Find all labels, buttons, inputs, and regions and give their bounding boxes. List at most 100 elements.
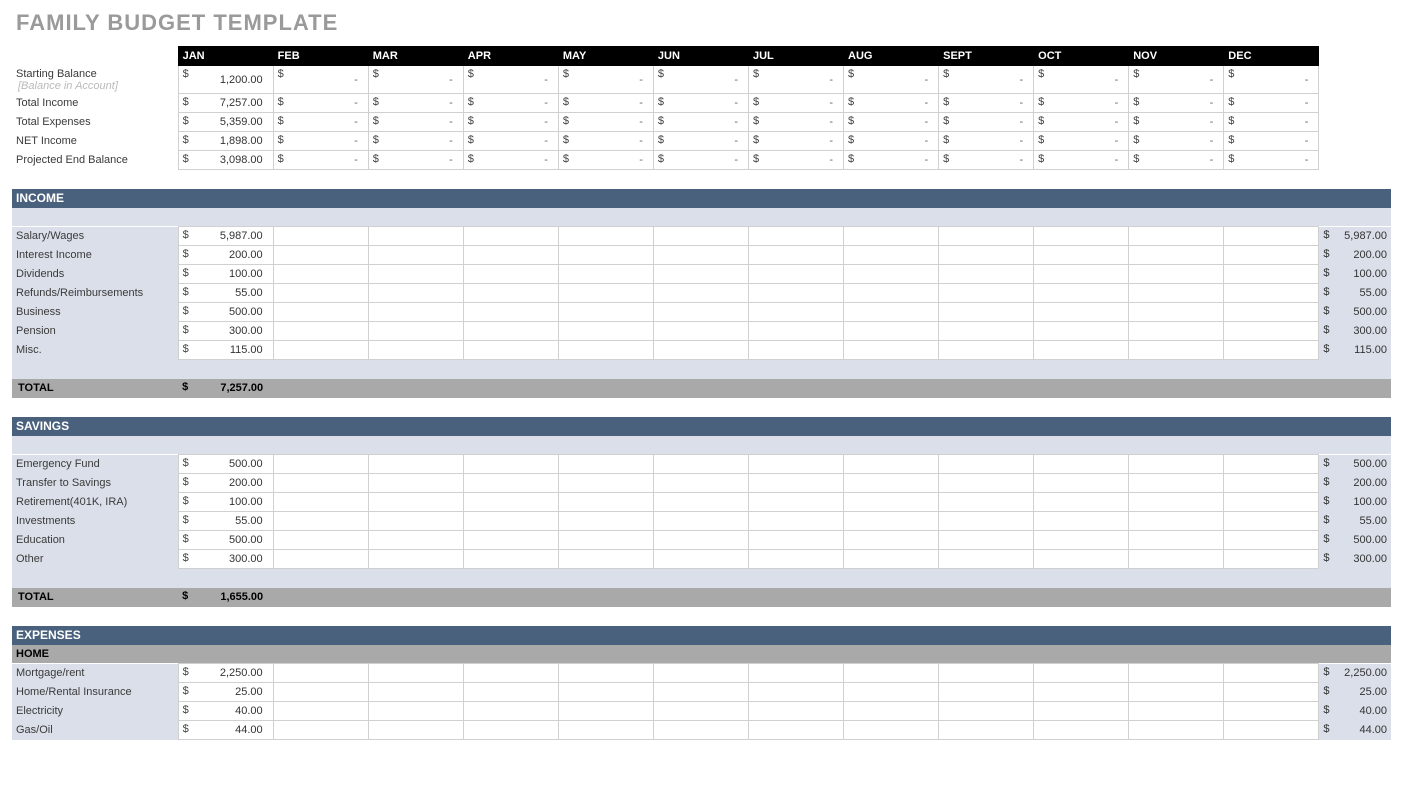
value-cell[interactable] (558, 702, 653, 721)
value-cell[interactable] (1129, 474, 1224, 493)
value-cell[interactable] (939, 265, 1034, 284)
value-cell[interactable] (1224, 227, 1319, 246)
value-cell[interactable] (558, 303, 653, 322)
value-cell[interactable] (1034, 550, 1129, 569)
value-cell[interactable]: $- (1129, 113, 1224, 132)
value-cell[interactable] (844, 512, 939, 531)
value-cell[interactable]: $- (939, 113, 1034, 132)
value-cell[interactable] (558, 474, 653, 493)
value-cell[interactable] (273, 550, 368, 569)
value-cell[interactable] (463, 493, 558, 512)
value-cell[interactable] (653, 664, 748, 683)
value-cell[interactable] (939, 531, 1034, 550)
value-cell[interactable] (939, 303, 1034, 322)
value-cell[interactable] (463, 531, 558, 550)
value-cell[interactable] (844, 227, 939, 246)
value-cell[interactable] (558, 512, 653, 531)
value-cell[interactable] (273, 721, 368, 740)
value-cell[interactable] (653, 702, 748, 721)
value-cell[interactable]: $- (653, 94, 748, 113)
value-cell[interactable] (748, 246, 843, 265)
value-cell[interactable]: $- (1034, 151, 1129, 170)
value-cell[interactable]: $- (463, 94, 558, 113)
value-cell[interactable]: $- (463, 66, 558, 94)
value-cell[interactable] (1034, 265, 1129, 284)
value-cell[interactable] (653, 683, 748, 702)
value-cell[interactable] (1034, 341, 1129, 360)
value-cell[interactable] (463, 246, 558, 265)
value-cell[interactable] (368, 493, 463, 512)
value-cell[interactable] (939, 246, 1034, 265)
value-cell[interactable] (1034, 683, 1129, 702)
value-cell[interactable] (273, 322, 368, 341)
value-cell[interactable] (748, 550, 843, 569)
value-cell[interactable] (748, 227, 843, 246)
value-cell[interactable] (844, 493, 939, 512)
value-cell[interactable] (1224, 322, 1319, 341)
value-cell[interactable] (939, 550, 1034, 569)
value-cell[interactable] (273, 702, 368, 721)
value-cell[interactable] (558, 664, 653, 683)
value-cell[interactable]: $5,359.00 (178, 113, 273, 132)
value-cell[interactable] (558, 531, 653, 550)
value-cell[interactable]: $- (939, 151, 1034, 170)
value-cell[interactable] (368, 550, 463, 569)
value-cell[interactable] (653, 721, 748, 740)
value-cell[interactable] (1034, 322, 1129, 341)
value-cell[interactable] (748, 303, 843, 322)
value-cell[interactable]: $300.00 (178, 550, 273, 569)
value-cell[interactable] (1224, 721, 1319, 740)
value-cell[interactable] (1034, 664, 1129, 683)
value-cell[interactable] (273, 227, 368, 246)
value-cell[interactable] (844, 531, 939, 550)
value-cell[interactable] (844, 303, 939, 322)
value-cell[interactable] (273, 664, 368, 683)
value-cell[interactable] (748, 322, 843, 341)
value-cell[interactable] (844, 246, 939, 265)
value-cell[interactable] (653, 493, 748, 512)
value-cell[interactable]: $- (748, 66, 843, 94)
value-cell[interactable] (1129, 265, 1224, 284)
value-cell[interactable] (463, 664, 558, 683)
value-cell[interactable] (558, 284, 653, 303)
value-cell[interactable] (558, 493, 653, 512)
value-cell[interactable] (368, 531, 463, 550)
value-cell[interactable]: $44.00 (178, 721, 273, 740)
value-cell[interactable] (273, 512, 368, 531)
value-cell[interactable] (1224, 284, 1319, 303)
value-cell[interactable] (653, 246, 748, 265)
value-cell[interactable] (1129, 702, 1224, 721)
value-cell[interactable] (273, 683, 368, 702)
value-cell[interactable]: $- (748, 151, 843, 170)
value-cell[interactable] (273, 493, 368, 512)
value-cell[interactable] (1224, 493, 1319, 512)
value-cell[interactable] (1034, 702, 1129, 721)
value-cell[interactable]: $3,098.00 (178, 151, 273, 170)
value-cell[interactable] (368, 512, 463, 531)
value-cell[interactable] (939, 322, 1034, 341)
value-cell[interactable]: $- (1034, 132, 1129, 151)
value-cell[interactable]: $- (558, 132, 653, 151)
value-cell[interactable] (1034, 455, 1129, 474)
value-cell[interactable] (939, 493, 1034, 512)
value-cell[interactable] (844, 322, 939, 341)
value-cell[interactable] (748, 721, 843, 740)
value-cell[interactable] (1129, 284, 1224, 303)
value-cell[interactable]: $- (1034, 66, 1129, 94)
value-cell[interactable] (368, 227, 463, 246)
value-cell[interactable]: $- (1034, 113, 1129, 132)
value-cell[interactable] (1129, 246, 1224, 265)
value-cell[interactable] (748, 493, 843, 512)
value-cell[interactable]: $25.00 (178, 683, 273, 702)
value-cell[interactable]: $- (748, 94, 843, 113)
value-cell[interactable] (368, 341, 463, 360)
value-cell[interactable] (1129, 303, 1224, 322)
value-cell[interactable]: $7,257.00 (178, 94, 273, 113)
value-cell[interactable]: $- (463, 132, 558, 151)
value-cell[interactable] (463, 683, 558, 702)
value-cell[interactable] (1129, 531, 1224, 550)
value-cell[interactable] (748, 531, 843, 550)
value-cell[interactable] (558, 227, 653, 246)
value-cell[interactable]: $1,200.00 (178, 66, 273, 94)
value-cell[interactable] (1129, 322, 1224, 341)
